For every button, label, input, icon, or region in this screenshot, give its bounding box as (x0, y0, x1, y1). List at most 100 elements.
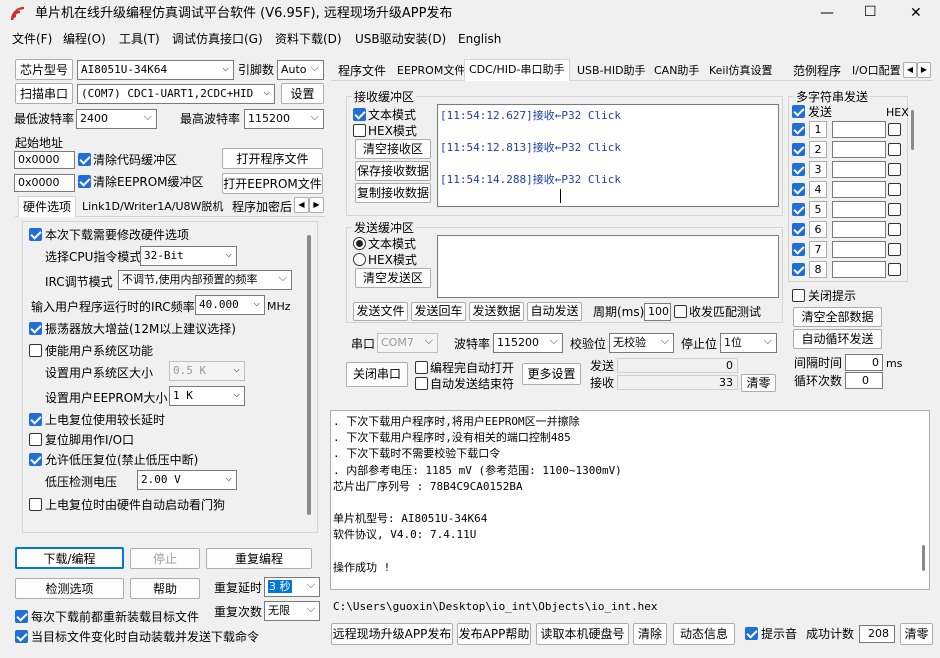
reload-checkbox[interactable] (15, 610, 28, 623)
tab-link1d[interactable]: Link1D/Writer1A/U8W脱机 (78, 197, 227, 217)
tab-usb-hid[interactable]: USB-HID助手 (573, 61, 650, 81)
right-tab-next[interactable]: ▶ (917, 62, 931, 78)
open-program-button[interactable]: 打开程序文件 (222, 148, 323, 169)
scan-port-button[interactable]: 扫描串口 (15, 83, 73, 104)
open-eeprom-button[interactable]: 打开EEPROM文件 (222, 173, 323, 194)
osc-gain-checkbox[interactable] (29, 322, 42, 335)
multi-row-hex-checkbox[interactable] (888, 203, 901, 216)
multi-send-checkbox[interactable] (792, 105, 805, 118)
dynamic-info-button[interactable]: 动态信息 (673, 623, 735, 645)
hw-scrollbar[interactable] (304, 225, 314, 527)
min-baud-select[interactable]: 2400 (76, 109, 157, 129)
low-volt-checkbox[interactable] (29, 453, 42, 466)
multi-row-checkbox[interactable] (792, 183, 805, 196)
save-rx-button[interactable]: 保存接收数据 (355, 161, 431, 181)
send-enter-button[interactable]: 发送回车 (411, 302, 466, 321)
rx-text-mode-checkbox[interactable] (353, 108, 366, 121)
reset-success-button[interactable]: 清零 (900, 623, 933, 645)
menu-program[interactable]: 编程(O) (63, 31, 106, 47)
menu-download[interactable]: 资料下载(D) (275, 31, 342, 47)
clear-count-button[interactable]: 清零 (741, 374, 776, 392)
right-tab-prev[interactable]: ◀ (903, 62, 917, 78)
publish-app-button[interactable]: 远程现场升级APP发布 (331, 623, 453, 645)
stop-button[interactable]: 停止 (130, 548, 200, 569)
pin-count-select[interactable]: Auto (277, 60, 324, 80)
minimize-icon[interactable]: — (820, 5, 834, 21)
auto-close-checkbox[interactable] (415, 377, 428, 390)
period-input[interactable]: 100 (644, 303, 671, 321)
tab-examples[interactable]: 范例程序 (789, 61, 845, 81)
menu-file[interactable]: 文件(F) (12, 31, 52, 47)
chip-model-button[interactable]: 芯片型号 (15, 59, 73, 80)
multi-row-input[interactable] (832, 141, 886, 158)
multi-row-input[interactable] (832, 221, 886, 238)
multi-row-input[interactable] (832, 261, 886, 278)
rx-hex-mode-checkbox[interactable] (353, 124, 366, 137)
multi-row-hex-checkbox[interactable] (888, 123, 901, 136)
multi-row-send-button[interactable]: 8 (809, 261, 827, 278)
reset-io-checkbox[interactable] (29, 433, 42, 446)
multi-row-send-button[interactable]: 6 (809, 221, 827, 238)
auto-send-button[interactable]: 自动发送 (527, 302, 582, 321)
log-output[interactable]: . 下次下载用户程序时,将用户EEPROM区一并擦除 . 下次下载用户程序时,没… (330, 410, 930, 590)
clear-rx-button[interactable]: 清空接收区 (355, 139, 431, 159)
repeat-delay-select[interactable]: 3 秒 (264, 577, 320, 597)
tab-keil[interactable]: Keil仿真设置 (705, 61, 777, 81)
multi-row-checkbox[interactable] (792, 223, 805, 236)
tab-program-file[interactable]: 程序文件 (334, 61, 390, 81)
multi-row-checkbox[interactable] (792, 123, 805, 136)
eeprom-size-select[interactable]: 1 K (169, 386, 245, 406)
more-settings-button[interactable]: 更多设置 (522, 363, 581, 385)
irc-freq-select[interactable]: 40.000 (195, 295, 265, 315)
modify-hw-checkbox[interactable] (29, 228, 42, 241)
tx-textarea[interactable] (437, 235, 779, 298)
repeat-count-select[interactable]: 无限 (264, 601, 320, 621)
irc-mode-select[interactable]: 不调节,使用内部预置的频率 (118, 270, 292, 290)
wdt-checkbox[interactable] (29, 498, 42, 511)
multi-row-send-button[interactable]: 5 (809, 201, 827, 218)
left-tab-prev[interactable]: ◀ (294, 197, 309, 213)
multi-row-checkbox[interactable] (792, 243, 805, 256)
clear-code-checkbox[interactable] (78, 153, 91, 166)
tab-hardware[interactable]: 硬件选项 (18, 196, 77, 217)
tab-serial-assistant[interactable]: CDC/HID-串口助手 (464, 59, 570, 81)
code-address-input[interactable]: 0x0000 (14, 151, 75, 169)
check-options-button[interactable]: 检测选项 (15, 578, 124, 599)
app-help-button[interactable]: 发布APP帮助 (457, 623, 531, 645)
clear-eeprom-checkbox[interactable] (78, 175, 91, 188)
clear-tx-button[interactable]: 清空发送区 (355, 268, 431, 288)
multi-row-hex-checkbox[interactable] (888, 223, 901, 236)
multi-row-input[interactable] (832, 161, 886, 178)
port-select[interactable]: COM7 (377, 333, 438, 353)
copy-rx-button[interactable]: 复制接收数据 (355, 183, 431, 203)
multi-row-input[interactable] (832, 201, 886, 218)
com-port-select[interactable]: (COM7) CDC1-UART1,2CDC+HID (77, 84, 275, 104)
stop-bits-select[interactable]: 1位 (720, 333, 777, 353)
close-icon[interactable]: ✕ (910, 5, 922, 21)
multi-row-hex-checkbox[interactable] (888, 183, 901, 196)
help-button[interactable]: 帮助 (130, 578, 200, 599)
send-file-button[interactable]: 发送文件 (353, 302, 408, 321)
reprogram-button[interactable]: 重复编程 (206, 548, 312, 569)
interval-input[interactable]: 0 (845, 354, 883, 371)
max-baud-select[interactable]: 115200 (244, 109, 324, 129)
menu-usb[interactable]: USB驱动安装(D) (355, 31, 446, 47)
sys-area-checkbox[interactable] (29, 344, 42, 357)
clear-log-button[interactable]: 清除 (633, 623, 667, 645)
multi-send-scrollbar[interactable] (909, 102, 917, 282)
close-port-button[interactable]: 关闭串口 (346, 362, 408, 387)
tx-text-mode-radio[interactable] (353, 237, 366, 250)
eeprom-address-input[interactable]: 0x0000 (14, 174, 75, 192)
menu-english[interactable]: English (458, 31, 501, 47)
multi-row-send-button[interactable]: 2 (809, 141, 827, 158)
tab-can[interactable]: CAN助手 (650, 61, 703, 81)
auto-loop-button[interactable]: 自动循环发送 (793, 329, 882, 349)
parity-select[interactable]: 无校验 (609, 333, 674, 353)
multi-row-send-button[interactable]: 3 (809, 161, 827, 178)
tab-io-config[interactable]: I/O口配置 (848, 61, 904, 81)
multi-row-checkbox[interactable] (792, 143, 805, 156)
close-hint-checkbox[interactable] (792, 289, 805, 302)
match-test-checkbox[interactable] (674, 305, 687, 318)
read-hdd-button[interactable]: 读取本机硬盘号 (536, 623, 629, 645)
autoload-checkbox[interactable] (15, 630, 28, 643)
